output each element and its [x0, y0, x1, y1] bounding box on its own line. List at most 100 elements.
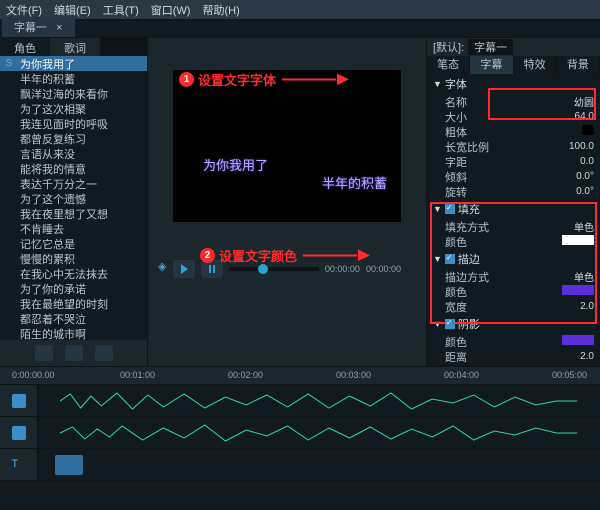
subtab-role[interactable]: 角色: [0, 38, 50, 56]
list-item[interactable]: 表达千万分之一: [0, 176, 147, 191]
list-item[interactable]: 在我心中无法抹去: [0, 266, 147, 281]
prop-fill-color-label: 颜色: [445, 234, 542, 250]
prop-font-size-label: 大小: [445, 109, 542, 125]
tab-subtitle[interactable]: 字幕: [470, 56, 513, 74]
document-tabs: 字幕一 ×: [0, 20, 600, 38]
prop-italic-value[interactable]: 0.0°: [542, 171, 594, 182]
prop-stroke-width-label: 宽度: [445, 299, 542, 315]
audio-track-2[interactable]: [0, 417, 600, 449]
list-item[interactable]: 慢慢的累积: [0, 251, 147, 266]
diamond-icon[interactable]: ◈: [158, 260, 166, 273]
tab-subtitle-1[interactable]: 字幕一 ×: [2, 17, 75, 37]
lyrics-list[interactable]: S为你我用了半年的积蓄飘洋过海的来看你为了这次相聚我连见面时的呼吸都曾反复练习言…: [0, 56, 147, 340]
prop-shadow-dist-value[interactable]: 2.0: [542, 351, 594, 362]
seek-slider[interactable]: [229, 267, 319, 271]
timeline-ruler[interactable]: 0:00:00.00 00:01:00 00:02:00 00:03:00 00:04:…: [0, 367, 600, 385]
list-item[interactable]: 我连见面时的呼吸: [0, 116, 147, 131]
group-fill[interactable]: ▼填充: [427, 199, 600, 219]
fill-checkbox[interactable]: [445, 204, 455, 214]
prop-stroke-width-value[interactable]: 2.0: [542, 301, 594, 312]
list-item[interactable]: 陌生的城市啊: [0, 326, 147, 340]
ruler-mark: 00:04:00: [444, 370, 479, 380]
prop-aspect-value[interactable]: 100.0: [542, 141, 594, 152]
ruler-mark: 00:01:00: [120, 370, 155, 380]
tab-state[interactable]: 笔态: [427, 56, 470, 74]
list-item[interactable]: 为了你的承诺: [0, 281, 147, 296]
ruler-mark: 00:03:00: [336, 370, 371, 380]
remove-button[interactable]: [65, 345, 83, 361]
list-item[interactable]: 飘洋过海的来看你: [0, 86, 147, 101]
prop-font-size-value[interactable]: 64.0: [542, 111, 594, 122]
fill-color-swatch[interactable]: [562, 235, 594, 245]
preview-viewport: 1设置文字字体———► 为你我用了 半年的积蓄: [173, 70, 401, 222]
list-item[interactable]: 能将我的情意: [0, 161, 147, 176]
menubar: 文件(F) 编辑(E) 工具(T) 窗口(W) 帮助(H): [0, 0, 600, 20]
prop-bold-value[interactable]: [542, 125, 594, 138]
play-button[interactable]: [173, 260, 195, 278]
prop-stroke-color-label: 颜色: [445, 284, 542, 300]
list-item[interactable]: 不肯睡去: [0, 221, 147, 236]
speaker-icon: [12, 394, 26, 408]
annotation-2: 2设置文字颜色———►: [200, 244, 371, 267]
preview-panel: 1设置文字字体———► 为你我用了 半年的积蓄 2设置文字颜色———► ◈ 00…: [148, 38, 426, 366]
list-item[interactable]: 我在夜里想了又想: [0, 206, 147, 221]
annotation-1: 1设置文字字体———►: [179, 68, 350, 91]
shadow-color-swatch[interactable]: [562, 335, 594, 345]
prop-font-name-label: 名称: [445, 94, 542, 110]
group-font[interactable]: ▼字体: [427, 74, 600, 94]
stroke-color-swatch[interactable]: [562, 285, 594, 295]
ruler-mark: 00:02:00: [228, 370, 263, 380]
menu-file[interactable]: 文件(F): [6, 2, 42, 18]
list-item[interactable]: 记忆它总是: [0, 236, 147, 251]
list-item[interactable]: 都忍着不哭泣: [0, 311, 147, 326]
prop-aspect-label: 长宽比例: [445, 139, 542, 155]
prop-stroke-mode-label: 描边方式: [445, 269, 542, 285]
prop-rotate-label: 旋转: [445, 184, 542, 200]
speaker-icon: [12, 426, 26, 440]
prop-font-name-value[interactable]: 幼圆: [542, 94, 594, 109]
ruler-mark: 0:00:00.00: [12, 370, 55, 380]
list-item[interactable]: 为了这次相聚: [0, 101, 147, 116]
properties-panel: [默认]: 字幕一 笔态 字幕 特效 背景 ▼字体 名称幼圆 大小64.0 粗体…: [426, 38, 600, 366]
tab-background[interactable]: 背景: [557, 56, 600, 74]
prop-spacing-label: 字距: [445, 154, 542, 170]
prop-spacing-value[interactable]: 0.0: [542, 156, 594, 167]
menu-edit[interactable]: 编辑(E): [54, 2, 91, 18]
left-panel: 角色 歌词 S为你我用了半年的积蓄飘洋过海的来看你为了这次相聚我连见面时的呼吸都…: [0, 38, 148, 366]
prop-fill-mode-value[interactable]: 单色: [542, 219, 594, 234]
subtab-lyrics[interactable]: 歌词: [50, 38, 100, 56]
default-label: [默认]:: [433, 39, 464, 55]
close-icon[interactable]: ×: [56, 22, 62, 34]
refresh-button[interactable]: [95, 345, 113, 361]
stroke-checkbox[interactable]: [445, 254, 455, 264]
prop-rotate-value[interactable]: 0.0°: [542, 186, 594, 197]
menu-tools[interactable]: 工具(T): [103, 2, 139, 18]
list-item[interactable]: 我在最绝望的时刻: [0, 296, 147, 311]
time-total: 00:00:00: [366, 264, 401, 274]
audio-track-1[interactable]: [0, 385, 600, 417]
list-item[interactable]: 半年的积蓄: [0, 71, 147, 86]
text-icon: T: [12, 458, 26, 472]
tab-effects[interactable]: 特效: [514, 56, 557, 74]
group-shadow[interactable]: ▼阴影: [427, 314, 600, 334]
prop-stroke-mode-value[interactable]: 单色: [542, 269, 594, 284]
prop-bold-label: 粗体: [445, 124, 542, 140]
prop-fill-mode-label: 填充方式: [445, 219, 542, 235]
add-button[interactable]: [35, 345, 53, 361]
group-stroke[interactable]: ▼描边: [427, 249, 600, 269]
default-value[interactable]: 字幕一: [468, 39, 513, 55]
preview-line-1: 为你我用了: [203, 155, 268, 174]
menu-help[interactable]: 帮助(H): [202, 2, 239, 18]
list-item[interactable]: 言语从来没: [0, 146, 147, 161]
list-item[interactable]: 都曾反复练习: [0, 131, 147, 146]
list-toolbar: [0, 340, 147, 366]
menu-window[interactable]: 窗口(W): [151, 2, 191, 18]
timeline: 0:00:00.00 00:01:00 00:02:00 00:03:00 00:04:…: [0, 366, 600, 510]
list-item[interactable]: S为你我用了: [0, 56, 147, 71]
shadow-checkbox[interactable]: [445, 319, 455, 329]
subtitle-clip[interactable]: [55, 455, 83, 475]
subtitle-track[interactable]: T: [0, 449, 600, 481]
prop-shadow-color-label: 颜色: [445, 334, 542, 350]
prop-shadow-dist-label: 距离: [445, 349, 542, 365]
list-item[interactable]: 为了这个遗憾: [0, 191, 147, 206]
